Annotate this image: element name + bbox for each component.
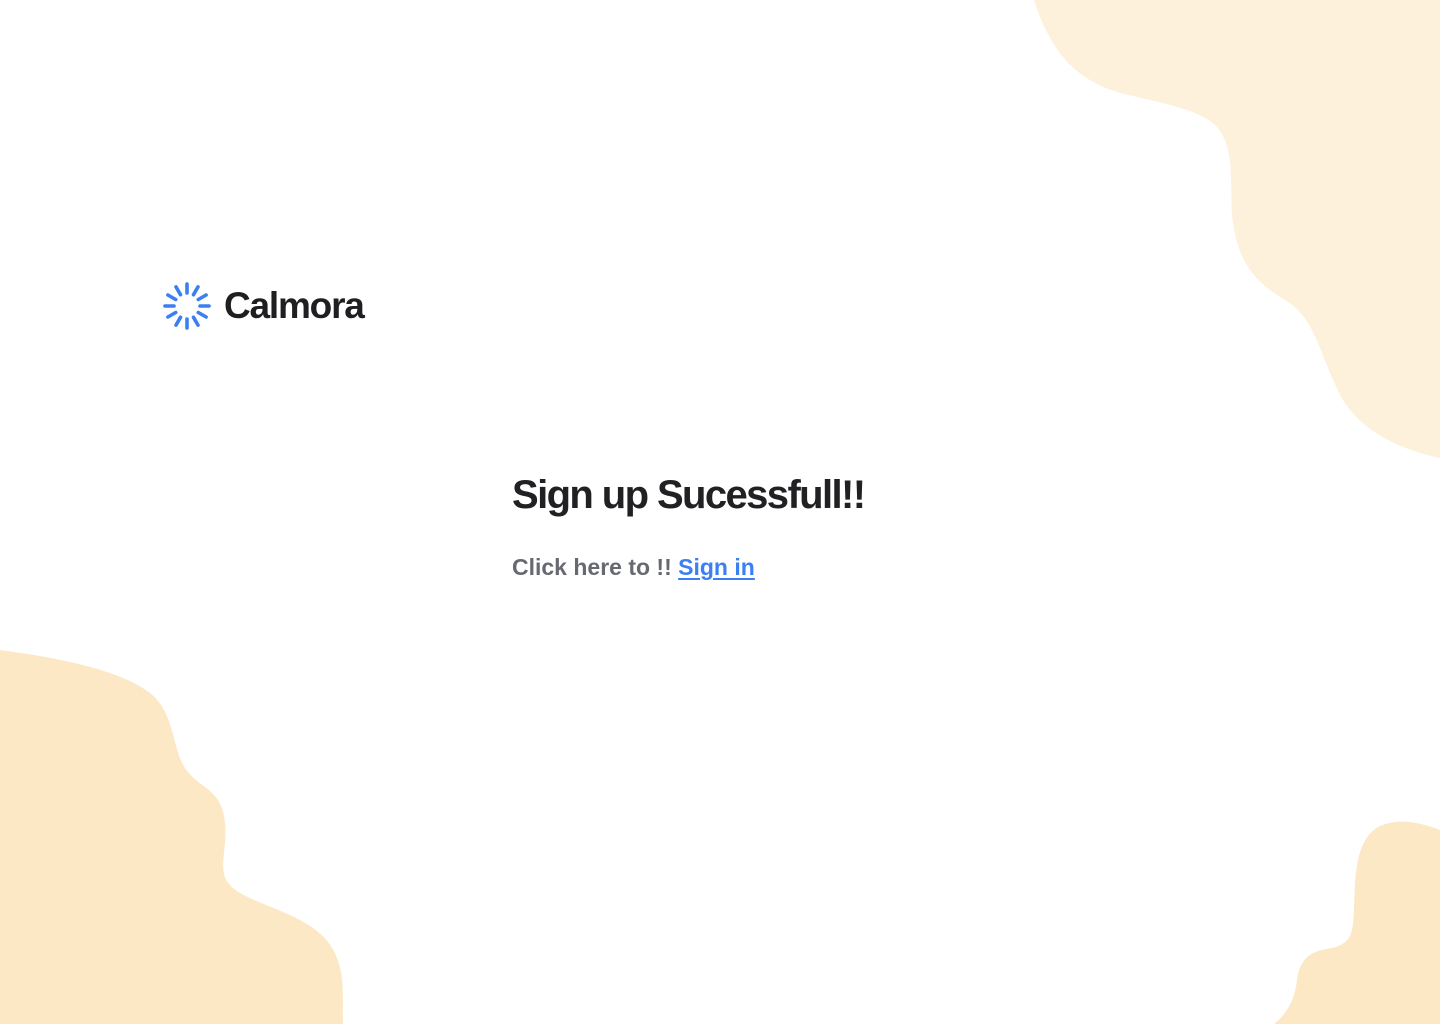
brand-header: Calmora — [162, 280, 365, 332]
decorative-blob-top-right — [1034, 0, 1440, 458]
brand-name: Calmora — [224, 285, 365, 326]
signin-prompt-text: Click here to !! — [512, 554, 672, 580]
page-title: Sign up Sucessfull!! — [512, 473, 866, 517]
decorative-blob-bottom-right — [1274, 821, 1440, 1024]
decorative-blob-bottom-left — [0, 650, 343, 1024]
signin-link[interactable]: Sign in — [678, 554, 755, 580]
signin-prompt: Click here to !! Sign in — [512, 552, 1012, 582]
signup-success-panel: Sign up Sucessfull!! Click here to !! Si… — [512, 470, 1012, 582]
sunburst-icon — [163, 282, 211, 330]
